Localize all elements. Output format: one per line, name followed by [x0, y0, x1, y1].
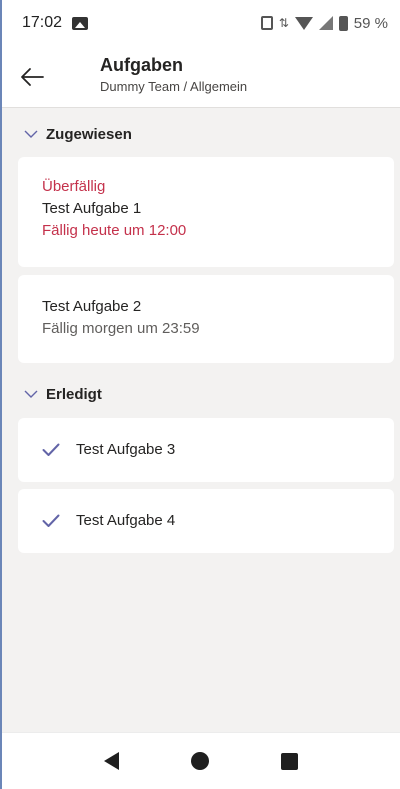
task-card-4[interactable]: Test Aufgabe 4 — [18, 489, 394, 553]
checkmark-icon — [42, 514, 60, 527]
status-left: 17:02 — [22, 14, 89, 32]
status-bar: 17:02 ⇅ 59 % — [2, 0, 400, 46]
header-titles: Aufgaben Dummy Team / Allgemein — [100, 54, 247, 96]
page-title: Aufgaben — [100, 55, 183, 75]
overdue-label: Überfällig — [42, 178, 106, 195]
page-subtitle: Dummy Team / Allgemein — [100, 79, 248, 94]
section-header-assigned[interactable]: Zugewiesen — [2, 117, 400, 151]
nav-back-icon[interactable] — [104, 752, 119, 770]
nav-recents-icon[interactable] — [281, 752, 298, 770]
vibrate-icon — [260, 16, 273, 30]
status-right: ⇅ 59 % — [260, 14, 388, 32]
section-label-done: Erledigt — [46, 385, 102, 403]
task-due: Fällig morgen um 23:59 — [42, 320, 200, 337]
task-card-1[interactable]: Überfällig Test Aufgabe 1 Fällig heute u… — [18, 157, 394, 267]
section-label-assigned: Zugewiesen — [46, 125, 132, 143]
nav-home-icon[interactable] — [191, 752, 209, 770]
back-arrow-icon — [21, 67, 44, 86]
battery-level: 59 % — [353, 14, 388, 32]
section-header-done[interactable]: Erledigt — [2, 377, 400, 411]
task-title: Test Aufgabe 3 — [76, 441, 176, 458]
signal-icon — [318, 16, 333, 30]
task-due: Fällig heute um 12:00 — [42, 222, 187, 239]
back-button[interactable] — [2, 46, 62, 108]
data-transfer-icon: ⇅ — [278, 16, 289, 30]
checkmark-icon — [42, 443, 60, 456]
battery-icon — [338, 15, 348, 31]
status-time: 17:02 — [22, 14, 63, 31]
task-title: Test Aufgabe 1 — [42, 200, 142, 217]
app-frame: 17:02 ⇅ 59 % Aufgaben Dummy Team / Allge… — [0, 0, 400, 789]
image-notification-icon — [72, 16, 89, 30]
task-title: Test Aufgabe 2 — [42, 298, 142, 315]
task-card-2[interactable]: Test Aufgabe 2 Fällig morgen um 23:59 — [18, 275, 394, 363]
chevron-down-icon — [24, 390, 38, 398]
chevron-down-icon — [24, 130, 38, 138]
task-title: Test Aufgabe 4 — [76, 512, 176, 529]
system-nav-bar — [2, 732, 400, 789]
wifi-icon — [294, 16, 313, 30]
app-header: Aufgaben Dummy Team / Allgemein — [2, 46, 400, 108]
task-card-3[interactable]: Test Aufgabe 3 — [18, 418, 394, 482]
